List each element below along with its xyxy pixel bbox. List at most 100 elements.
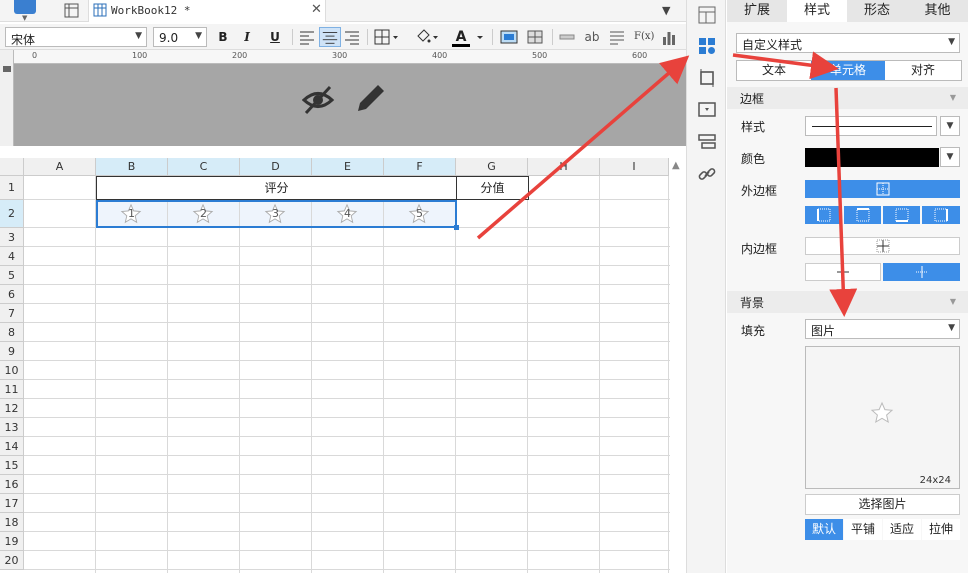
cell-properties-icon[interactable] [697,36,717,56]
subtab-text[interactable]: 文本 [737,61,811,80]
tab-workbook[interactable]: WorkBook12 * ✕ [88,0,326,22]
row-header[interactable]: 10 [0,361,24,380]
font-size-select[interactable]: 9.0 ▼ [153,27,207,47]
column-header[interactable]: A [24,158,96,176]
app-logo-icon[interactable] [14,0,36,14]
ruler-label: 600 [632,51,648,60]
border-section-header[interactable]: 边框 ▼ [727,87,968,109]
tab-form[interactable]: 形态 [847,0,907,22]
row-header[interactable]: 9 [0,342,24,361]
formula-button[interactable]: F(x) [634,27,654,47]
tab-extend[interactable]: 扩展 [727,0,787,22]
insert-image-icon[interactable] [499,27,519,47]
column-header[interactable]: E [312,158,384,176]
underline-button[interactable]: U [266,27,284,47]
column-header[interactable]: C [168,158,240,176]
tab-style[interactable]: 样式 [787,0,847,22]
border-right-button[interactable] [922,206,960,224]
border-line-style-select[interactable] [805,116,937,136]
mode-tile[interactable]: 平铺 [844,519,882,540]
row-header[interactable]: 8 [0,323,24,342]
column-header[interactable]: F [384,158,456,176]
grid-row-line [24,322,670,323]
tab-other[interactable]: 其他 [907,0,968,22]
border-left-button[interactable] [805,206,842,224]
text-tool-button[interactable]: ab [582,27,602,47]
style-preset-select[interactable]: 自定义样式 ▼ [736,33,960,53]
fill-color-icon[interactable] [413,27,441,47]
outer-border-all-button[interactable] [805,180,960,198]
inner-vertical-button[interactable] [883,263,960,281]
align-left-icon[interactable] [298,27,316,47]
row-header[interactable]: 16 [0,475,24,494]
row-header[interactable]: 19 [0,532,24,551]
layers-icon[interactable] [697,132,717,152]
new-sheet-icon[interactable] [64,3,79,18]
font-color-button[interactable]: A [452,27,470,47]
subtab-align[interactable]: 对齐 [885,61,961,80]
grid-column-line [95,176,96,573]
align-right-icon[interactable] [343,27,361,47]
border-top-button[interactable] [844,206,881,224]
image-preview[interactable]: 24x24 [805,346,960,489]
italic-button[interactable]: I [238,27,256,47]
font-family-select[interactable]: 宋体 ▼ [5,27,147,47]
font-color-dropdown-icon[interactable] [474,27,486,47]
inner-border-all-button[interactable] [805,237,960,255]
choose-image-button[interactable]: 选择图片 [805,494,960,515]
fill-type-select[interactable]: 图片 ▼ [805,319,960,339]
chart-icon[interactable] [660,27,678,47]
widget-icon[interactable] [697,100,717,120]
border-bottom-button[interactable] [883,206,920,224]
chevron-down-icon[interactable]: ▼ [940,147,960,167]
textbox-icon[interactable] [558,27,576,47]
edit-pencil-icon[interactable] [358,85,384,111]
row-header[interactable]: 13 [0,418,24,437]
row-header[interactable]: 5 [0,266,24,285]
row-header[interactable]: 7 [0,304,24,323]
fill-handle[interactable] [454,225,459,230]
row-header[interactable]: 11 [0,380,24,399]
border-icon[interactable] [373,27,401,47]
row-header[interactable]: 12 [0,399,24,418]
crop-icon[interactable] [697,68,717,88]
row-header[interactable]: 1 [0,176,24,200]
row-header[interactable]: 15 [0,456,24,475]
column-header[interactable]: B [96,158,168,176]
align-center-icon[interactable] [319,27,341,47]
hide-eye-icon[interactable] [302,85,335,115]
scroll-up-icon[interactable]: ▲ [672,160,680,171]
inner-horizontal-button[interactable] [805,263,881,281]
row-header[interactable]: 20 [0,551,24,570]
row-header[interactable]: 17 [0,494,24,513]
merged-rating-header[interactable]: 评分 [96,176,457,200]
close-icon[interactable]: ✕ [311,2,322,17]
tab-bar: ▼ WorkBook12 * ✕ ▼ [0,0,686,22]
mode-stretch[interactable]: 拉伸 [922,519,960,540]
cell-g1[interactable]: 分值 [456,176,529,200]
column-header[interactable]: G [456,158,528,176]
tab-menu-icon[interactable]: ▼ [662,4,670,17]
column-header[interactable]: H [528,158,600,176]
row-header[interactable]: 6 [0,285,24,304]
logo-dropdown-icon[interactable]: ▼ [22,14,27,22]
column-header[interactable]: I [600,158,669,176]
border-color-swatch[interactable] [805,148,939,167]
row-header[interactable]: 4 [0,247,24,266]
template-icon[interactable] [697,5,717,25]
mode-fit[interactable]: 适应 [883,519,921,540]
column-header[interactable]: D [240,158,312,176]
row-header[interactable]: 2 [0,200,24,228]
merge-cells-icon[interactable] [525,27,545,47]
chevron-down-icon[interactable]: ▼ [940,116,960,136]
paragraph-icon[interactable] [608,27,626,47]
select-all-corner[interactable] [0,158,24,176]
subtab-cell[interactable]: 单元格 [811,61,885,80]
row-header[interactable]: 18 [0,513,24,532]
mode-default[interactable]: 默认 [805,519,843,540]
link-icon[interactable] [697,164,717,184]
bold-button[interactable]: B [214,27,232,47]
background-section-header[interactable]: 背景 ▼ [727,291,968,313]
row-header[interactable]: 14 [0,437,24,456]
row-header[interactable]: 3 [0,228,24,247]
